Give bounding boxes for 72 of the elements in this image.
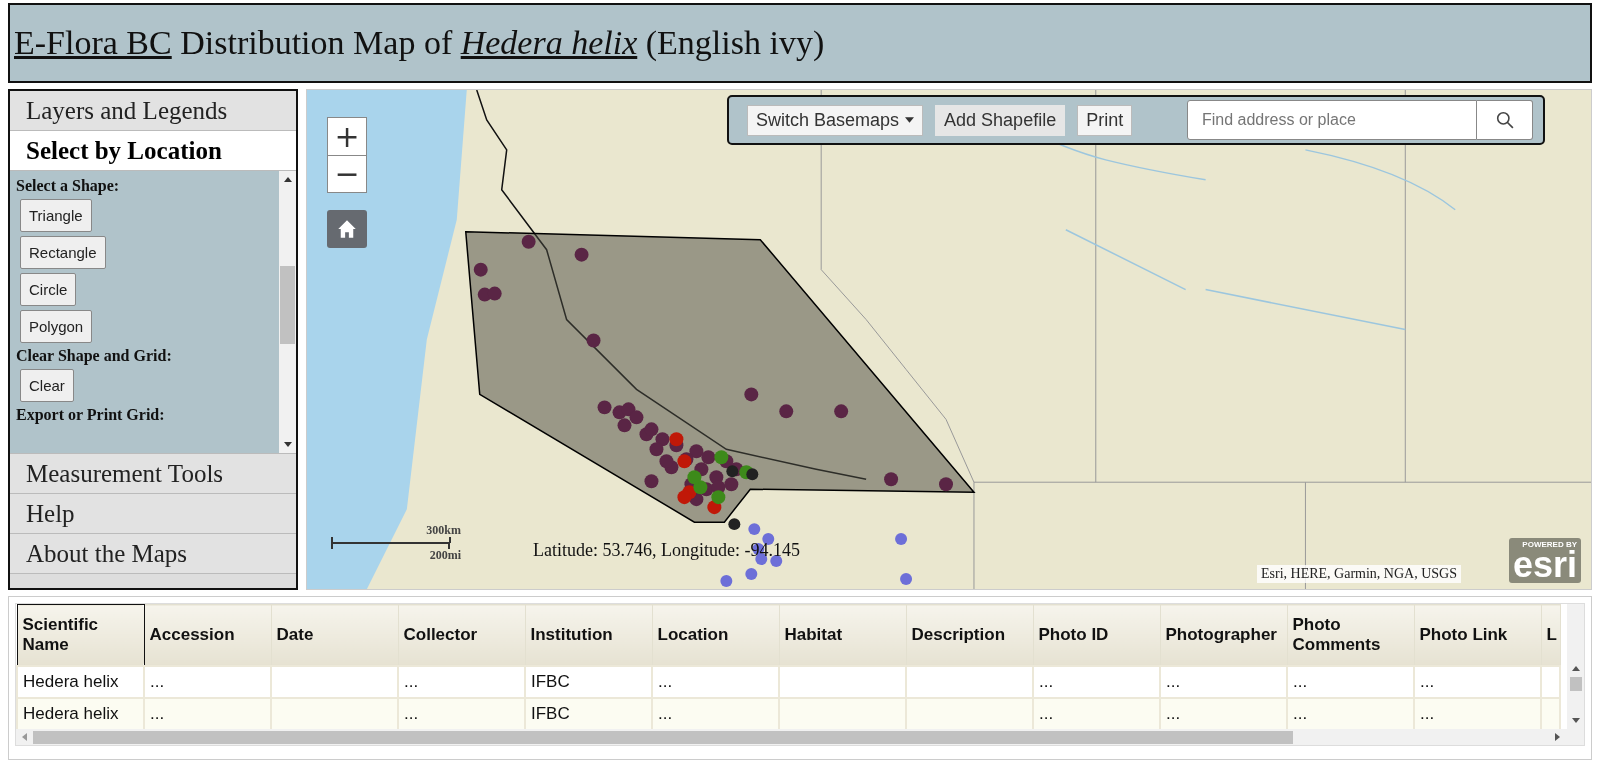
column-header[interactable]: Photo Comments	[1287, 604, 1414, 666]
column-header[interactable]: Scientific Name	[17, 604, 144, 666]
scroll-down-icon[interactable]	[283, 442, 292, 447]
table-cell: Hedera helix	[17, 698, 144, 729]
table-cell: IFBC	[525, 698, 652, 729]
column-header[interactable]: Description	[906, 604, 1033, 666]
table-cell: ...	[398, 666, 525, 698]
caret-icon	[905, 117, 915, 123]
table-cell: ...	[1160, 698, 1287, 729]
column-header[interactable]: Photographer	[1160, 604, 1287, 666]
scroll-right-icon[interactable]	[1555, 733, 1560, 741]
shape-button[interactable]: Polygon	[20, 310, 93, 343]
section-heading: Clear Shape and Grid:	[16, 347, 172, 365]
search-field[interactable]: Find address or place	[1187, 100, 1477, 140]
table-cell: ...	[652, 698, 779, 729]
scroll-thumb[interactable]	[33, 730, 1293, 744]
site-link[interactable]: E-Flora BC	[14, 24, 172, 61]
scrollbar[interactable]	[279, 171, 296, 453]
table-cell: ...	[1287, 666, 1414, 698]
scale-label: 200mi	[429, 548, 461, 563]
table-cell: ...	[1033, 698, 1160, 729]
basemap-dropdown[interactable]: Switch Basemaps	[747, 104, 924, 136]
search-icon	[1495, 111, 1514, 129]
table-cell: ...	[1033, 666, 1160, 698]
scale-label: 300km	[426, 523, 461, 538]
add-shapefile-button[interactable]: Add Shapefile	[935, 104, 1066, 136]
table-cell: ...	[1414, 666, 1541, 698]
column-header[interactable]: Photo Link	[1414, 604, 1541, 666]
table-scrollbar[interactable]	[1567, 604, 1584, 729]
column-header[interactable]: Habitat	[779, 604, 906, 666]
table-cell: ...	[144, 698, 271, 729]
accordion-header[interactable]: Measurement Tools	[10, 454, 296, 494]
accordion-header[interactable]: Layers and Legends	[10, 91, 296, 131]
shape-button[interactable]: Triangle	[20, 199, 92, 232]
column-header[interactable]: Date	[271, 604, 398, 666]
table-cell: ...	[652, 666, 779, 698]
scroll-down-icon[interactable]	[1571, 718, 1580, 723]
scroll-thumb[interactable]	[1569, 677, 1582, 691]
attribution-text: Esri, HERE, Garmin, NGA, USGS	[1257, 565, 1461, 583]
esri-logo: esri	[1512, 548, 1577, 581]
home-button[interactable]	[327, 210, 367, 248]
column-header[interactable]: Location	[652, 604, 779, 666]
table-cell: IFBC	[525, 666, 652, 698]
home-icon	[337, 219, 357, 239]
section-heading: Select a Shape:	[16, 177, 120, 195]
print-button[interactable]: Print	[1077, 104, 1133, 136]
table-cell: ...	[144, 666, 271, 698]
table-cell: ...	[1414, 698, 1541, 729]
horizontal-scrollbar[interactable]	[16, 729, 1584, 745]
shape-button[interactable]: Circle	[20, 273, 77, 306]
column-header[interactable]: Photo ID	[1033, 604, 1160, 666]
accordion-header[interactable]: Select by Location	[10, 131, 296, 171]
shape-button[interactable]: Rectangle	[20, 236, 106, 269]
scroll-up-icon[interactable]	[1571, 666, 1580, 671]
scroll-left-icon[interactable]	[22, 733, 27, 741]
accordion-header[interactable]: About the Maps	[10, 534, 296, 574]
column-header[interactable]: Institution	[525, 604, 652, 666]
scroll-thumb[interactable]	[280, 266, 295, 344]
table-cell: Hedera helix	[17, 666, 144, 698]
accordion-header[interactable]: Help	[10, 494, 296, 534]
table-cell: ...	[1287, 698, 1414, 729]
search-button[interactable]	[1477, 100, 1533, 140]
page-title: E-Flora BC Distribution Map of Hedera helix (English ivy)	[14, 24, 825, 62]
section-heading: Export or Print Grid:	[16, 406, 165, 424]
table-cell: ...	[1160, 666, 1287, 698]
column-header[interactable]: Collector	[398, 604, 525, 666]
shape-button[interactable]: Clear	[20, 369, 74, 402]
scroll-up-icon[interactable]	[283, 177, 292, 182]
column-header[interactable]: Accession	[144, 604, 271, 666]
species-link[interactable]: Hedera helix	[460, 24, 638, 61]
table-cell: ...	[398, 698, 525, 729]
logo-caption: POWERED BY	[1522, 539, 1577, 549]
